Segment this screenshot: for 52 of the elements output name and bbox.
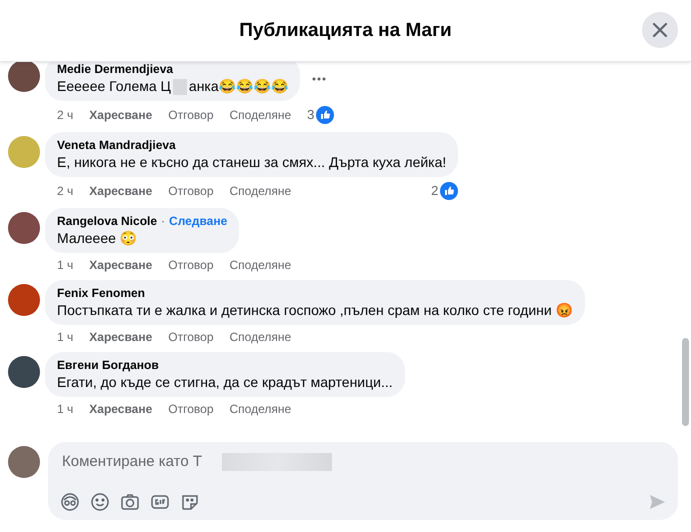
reply-link[interactable]: Отговор bbox=[168, 258, 214, 272]
author-name[interactable]: Rangelova Nicole bbox=[57, 214, 158, 228]
like-link[interactable]: Харесване bbox=[89, 184, 152, 198]
close-icon[interactable] bbox=[651, 21, 669, 39]
like-icon bbox=[316, 106, 334, 124]
comment-time[interactable]: 2 ч bbox=[57, 108, 74, 122]
separator-dot: · bbox=[161, 214, 166, 228]
share-link[interactable]: Споделяне bbox=[230, 402, 292, 416]
reply-link[interactable]: Отговор bbox=[168, 184, 214, 198]
comment-time[interactable]: 2 ч bbox=[57, 184, 74, 198]
author-name[interactable]: Medie Dermendjieva bbox=[57, 62, 174, 76]
like-link[interactable]: Харесване bbox=[89, 330, 152, 344]
comment-text: Ееееее Голема Ц bbox=[57, 78, 171, 95]
like-link[interactable]: Харесване bbox=[89, 108, 152, 122]
share-link[interactable]: Споделяне bbox=[230, 258, 292, 272]
reaction-count: 2 bbox=[431, 184, 438, 198]
more-icon[interactable] bbox=[312, 76, 326, 80]
comment-text: Малееее 😳 bbox=[57, 230, 138, 247]
avatar-photo[interactable] bbox=[8, 356, 40, 388]
like-link[interactable]: Харесване bbox=[89, 402, 152, 416]
reply-link[interactable]: Отговор bbox=[168, 402, 214, 416]
author-name[interactable]: Евгени Богданов bbox=[57, 358, 159, 372]
redacted-block bbox=[172, 78, 187, 94]
follow-link[interactable]: Следване bbox=[169, 214, 228, 228]
share-link[interactable]: Споделяне bbox=[230, 108, 292, 122]
author-name[interactable]: Veneta Mandradjieva bbox=[57, 138, 176, 152]
comment-text: Егати, до къде се стигна, да се крадът мартеници... bbox=[57, 374, 393, 391]
avatar-sticker-icon[interactable] bbox=[60, 492, 80, 512]
reply-link[interactable]: Отговор bbox=[168, 108, 214, 122]
avatar-photo[interactable] bbox=[8, 212, 40, 244]
avatar-photo bbox=[8, 446, 40, 478]
comment-time[interactable]: 1 ч bbox=[57, 330, 74, 344]
camera-icon[interactable] bbox=[120, 492, 140, 512]
share-link[interactable]: Споделяне bbox=[230, 330, 292, 344]
close-button[interactable] bbox=[642, 12, 678, 48]
comment-time[interactable]: 1 ч bbox=[57, 402, 74, 416]
comment-text: Е, никога не е късно да станеш за смях... Дърта куха лейка! bbox=[57, 154, 446, 171]
reaction-count: 3 bbox=[307, 108, 314, 122]
comment-time[interactable]: 1 ч bbox=[57, 258, 74, 272]
dialog-title: Публикацията на Маги bbox=[239, 20, 452, 42]
like-icon bbox=[440, 182, 458, 200]
avatar-photo[interactable] bbox=[8, 284, 40, 316]
avatar-photo[interactable] bbox=[8, 60, 40, 92]
comment-text: анка😂😂😂😂 bbox=[188, 78, 288, 95]
scrollbar-thumb[interactable] bbox=[682, 338, 689, 426]
comment-input[interactable]: Коментиране като Т bbox=[60, 452, 222, 471]
reply-link[interactable]: Отговор bbox=[168, 330, 214, 344]
emoji-icon[interactable] bbox=[90, 492, 110, 512]
share-link[interactable]: Споделяне bbox=[230, 184, 292, 198]
author-name[interactable]: Fenix Fenomen bbox=[57, 286, 146, 300]
like-link[interactable]: Харесване bbox=[89, 258, 152, 272]
comment-text: Постъпката ти е жалка и детинска госпожо ,пълен срам на колко сте години 😡 bbox=[57, 302, 574, 319]
